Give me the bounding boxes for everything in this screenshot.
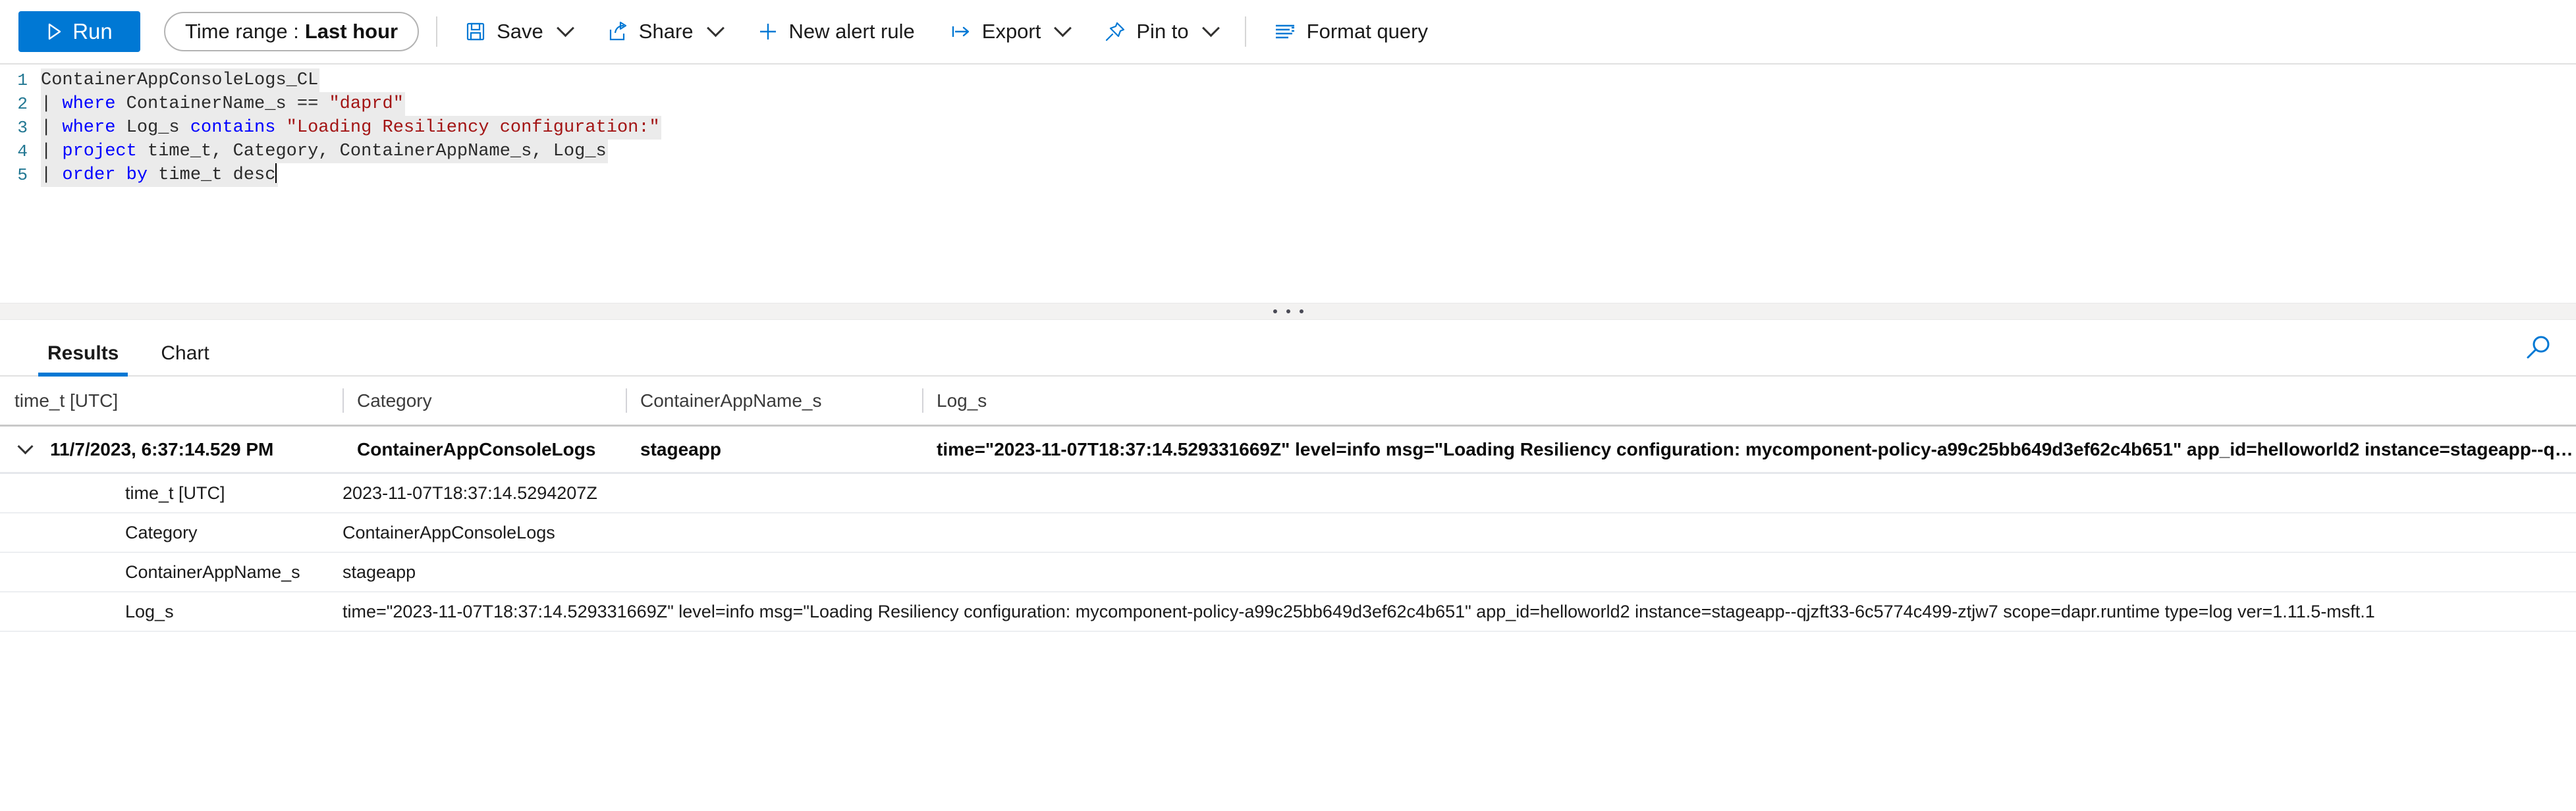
pin-to-button[interactable]: Pin to bbox=[1094, 11, 1227, 52]
code-line-text[interactable]: | order by time_t desc bbox=[41, 163, 279, 187]
column-header-time[interactable]: time_t [UTC] bbox=[0, 377, 343, 425]
detail-value: ContainerAppConsoleLogs bbox=[343, 522, 555, 542]
column-header-containerappname[interactable]: ContainerAppName_s bbox=[626, 377, 922, 425]
code-line: 4 | project time_t, Category, ContainerA… bbox=[0, 140, 2576, 163]
share-label: Share bbox=[638, 20, 694, 43]
column-header-label: Log_s bbox=[937, 390, 987, 411]
export-label: Export bbox=[981, 20, 1041, 43]
results-tabs: Results Chart bbox=[0, 320, 2576, 377]
pin-icon bbox=[1105, 21, 1126, 42]
code-line: 2 | where ContainerName_s == "daprd" bbox=[0, 92, 2576, 116]
detail-row: ContainerAppName_s stageapp bbox=[0, 553, 2576, 592]
line-number: 5 bbox=[17, 165, 28, 185]
log-suffix: app_id=helloworld2 instance=stageapp--qj… bbox=[2181, 438, 2576, 459]
cell-time: 11/7/2023, 6:37:14.529 PM bbox=[50, 438, 274, 459]
plus-icon bbox=[757, 21, 779, 42]
chevron-down-icon bbox=[1054, 18, 1072, 37]
detail-key: Category bbox=[125, 522, 198, 542]
query-editor[interactable]: 1 ContainerAppConsoleLogs_CL 2 | where C… bbox=[0, 65, 2576, 303]
results-grid: time_t [UTC] Category ContainerAppName_s… bbox=[0, 377, 2576, 632]
cell-containerappname-text: stageapp bbox=[640, 438, 721, 459]
line-number: 4 bbox=[17, 142, 28, 161]
time-range-value: Last hour bbox=[304, 20, 398, 43]
detail-value: 2023-11-07T18:37:14.5294207Z bbox=[343, 483, 597, 503]
tab-chart-label: Chart bbox=[161, 342, 209, 364]
search-icon bbox=[2527, 336, 2550, 359]
toolbar-divider-1 bbox=[436, 16, 438, 47]
format-lines-icon bbox=[1274, 22, 1296, 41]
new-alert-rule-label: New alert rule bbox=[788, 20, 915, 43]
cell-category: ContainerAppConsoleLogs bbox=[343, 427, 626, 472]
detail-row: Category ContainerAppConsoleLogs bbox=[0, 513, 2576, 553]
query-toolbar: Run Time range : Last hour Save Share Ne… bbox=[0, 0, 2576, 65]
grid-header-row: time_t [UTC] Category ContainerAppName_s… bbox=[0, 377, 2576, 427]
code-line-text[interactable]: | where Log_s contains "Loading Resilien… bbox=[41, 116, 661, 140]
code-line-text[interactable]: | project time_t, Category, ContainerApp… bbox=[41, 140, 608, 163]
detail-row: Log_s time="2023-11-07T18:37:14.52933166… bbox=[0, 592, 2576, 632]
play-icon bbox=[46, 22, 63, 41]
detail-key: Log_s bbox=[125, 601, 174, 621]
format-query-label: Format query bbox=[1306, 20, 1428, 43]
log-highlighted-text: "Loading Resiliency configuration: mycom… bbox=[1434, 438, 2182, 460]
line-number: 1 bbox=[17, 70, 28, 90]
time-range-label: Time range : bbox=[185, 20, 299, 43]
table-row[interactable]: 11/7/2023, 6:37:14.529 PM ContainerAppCo… bbox=[0, 427, 2576, 474]
row-expand-toggle[interactable] bbox=[0, 438, 50, 455]
pin-to-label: Pin to bbox=[1136, 20, 1189, 43]
line-number: 2 bbox=[17, 94, 28, 114]
column-header-label: time_t [UTC] bbox=[14, 390, 119, 411]
share-icon bbox=[607, 21, 628, 42]
detail-key: ContainerAppName_s bbox=[125, 562, 300, 582]
code-line: 3 | where Log_s contains "Loading Resili… bbox=[0, 116, 2576, 140]
code-line-text[interactable]: ContainerAppConsoleLogs_CL bbox=[41, 68, 320, 92]
splitter-dot bbox=[1299, 309, 1303, 313]
column-header-category[interactable]: Category bbox=[343, 377, 626, 425]
log-prefix: time="2023-11-07T18:37:14.529331669Z" le… bbox=[937, 438, 1435, 459]
export-arrow-icon bbox=[950, 22, 972, 41]
save-button[interactable]: Save bbox=[454, 11, 582, 52]
code-line: 5 | order by time_t desc bbox=[0, 163, 2576, 187]
chevron-down-icon bbox=[1201, 18, 1220, 37]
run-button[interactable]: Run bbox=[18, 11, 140, 52]
cell-log: time="2023-11-07T18:37:14.529331669Z" le… bbox=[922, 438, 2576, 460]
splitter-dot bbox=[1286, 309, 1290, 313]
search-button[interactable] bbox=[2523, 334, 2552, 366]
new-alert-rule-button[interactable]: New alert rule bbox=[747, 11, 925, 52]
splitter-dot bbox=[1273, 309, 1277, 313]
tab-results-label: Results bbox=[47, 342, 119, 364]
chevron-down-icon bbox=[16, 438, 34, 455]
text-caret bbox=[275, 163, 277, 183]
detail-value: time="2023-11-07T18:37:14.529331669Z" le… bbox=[343, 601, 2375, 621]
save-disk-icon bbox=[465, 21, 486, 42]
save-label: Save bbox=[497, 20, 543, 43]
share-button[interactable]: Share bbox=[597, 11, 732, 52]
chevron-down-icon bbox=[556, 18, 574, 37]
line-number: 3 bbox=[17, 118, 28, 138]
format-query-button[interactable]: Format query bbox=[1263, 11, 1439, 52]
code-line: 1 ContainerAppConsoleLogs_CL bbox=[0, 68, 2576, 92]
run-button-label: Run bbox=[72, 19, 113, 43]
detail-row: time_t [UTC] 2023-11-07T18:37:14.5294207… bbox=[0, 474, 2576, 513]
time-range-picker[interactable]: Time range : Last hour bbox=[164, 12, 420, 51]
toolbar-divider-2 bbox=[1244, 16, 1246, 47]
code-line-text[interactable]: | where ContainerName_s == "daprd" bbox=[41, 92, 405, 116]
tab-results[interactable]: Results bbox=[38, 342, 128, 377]
cell-containerappname: stageapp bbox=[626, 427, 922, 472]
detail-value: stageapp bbox=[343, 562, 416, 582]
tab-chart[interactable]: Chart bbox=[151, 342, 218, 375]
column-header-label: ContainerAppName_s bbox=[640, 390, 822, 411]
column-header-label: Category bbox=[357, 390, 432, 411]
column-header-logs[interactable]: Log_s bbox=[922, 377, 2576, 425]
panel-splitter[interactable] bbox=[0, 303, 2576, 320]
cell-category-text: ContainerAppConsoleLogs bbox=[357, 438, 596, 459]
detail-key: time_t [UTC] bbox=[125, 483, 225, 503]
export-button[interactable]: Export bbox=[940, 11, 1080, 52]
chevron-down-icon bbox=[706, 18, 725, 37]
